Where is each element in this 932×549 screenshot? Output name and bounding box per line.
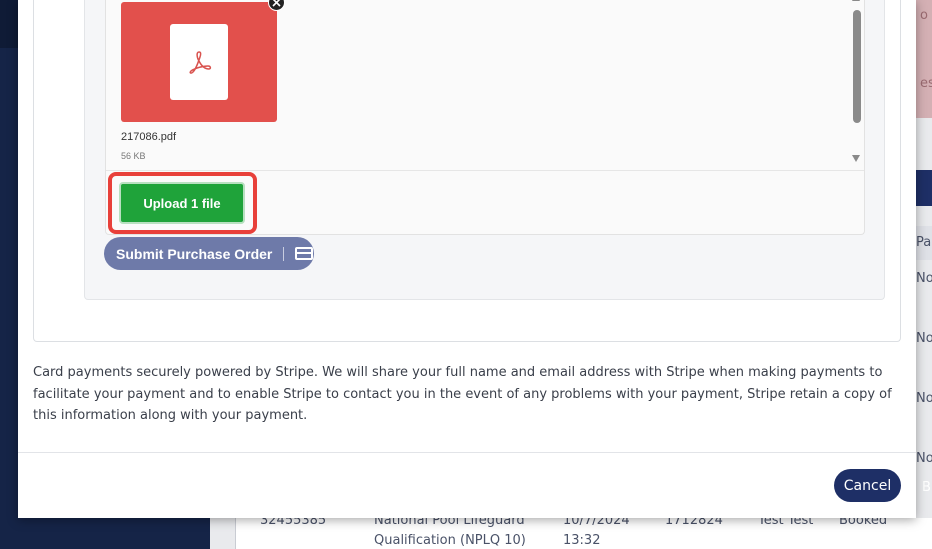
submit-purchase-order-button[interactable]: Submit Purchase Order [104, 237, 314, 270]
payment-card: 217086.pdf 56 KB Upload 1 file Submit Pu… [33, 0, 901, 342]
credit-card-icon [295, 247, 314, 260]
pdf-icon [170, 24, 228, 100]
background-alert-text: es i [920, 76, 932, 91]
cancel-button[interactable]: Cancel [834, 469, 901, 502]
purchase-order-panel: 217086.pdf 56 KB Upload 1 file Submit Pu… [84, 0, 885, 300]
submit-purchase-order-label: Submit Purchase Order [116, 245, 273, 262]
background-button-label: B [922, 480, 931, 495]
uploader-footer-divider [106, 170, 864, 171]
button-divider [283, 246, 285, 261]
scroll-down-arrow-icon[interactable] [852, 155, 860, 162]
close-icon[interactable] [268, 0, 285, 11]
scrollbar-thumb[interactable] [853, 10, 861, 123]
upload-button[interactable]: Upload 1 file [119, 182, 245, 224]
payment-modal: 217086.pdf 56 KB Upload 1 file Submit Pu… [18, 0, 916, 518]
file-thumbnail [121, 2, 277, 122]
modal-footer-divider [18, 452, 916, 453]
course-name: Qualification (NPLQ 10) [374, 533, 526, 548]
background-alert-text: o [920, 8, 928, 23]
scroll-up-arrow-icon[interactable] [852, 0, 860, 1]
file-size: 56 KB [121, 151, 146, 161]
file-uploader: 217086.pdf 56 KB Upload 1 file [105, 0, 865, 235]
file-name: 217086.pdf [121, 131, 177, 143]
stripe-notice: Card payments securely powered by Stripe… [33, 365, 892, 423]
background-table-row: 32455385 National Pool Lifeguard Qualifi… [235, 513, 932, 549]
booking-time: 13:32 [563, 533, 601, 548]
